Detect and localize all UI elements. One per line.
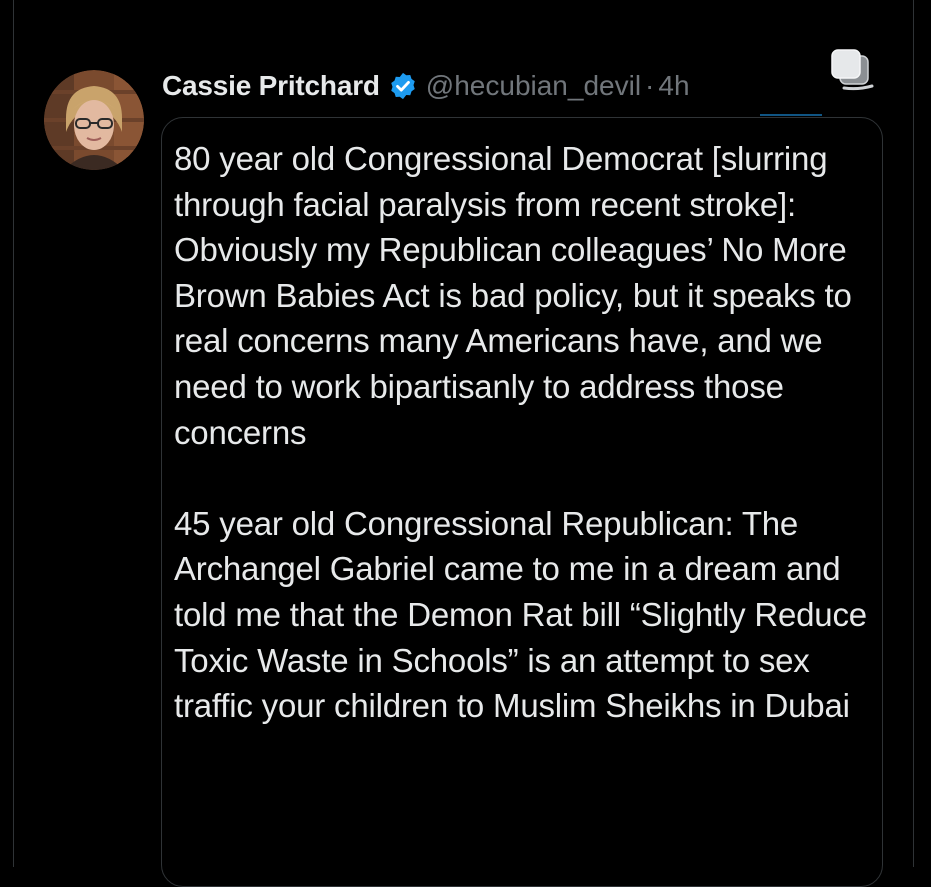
header-accent-line xyxy=(760,114,822,116)
verified-badge-icon xyxy=(388,71,418,101)
author-handle[interactable]: @hecubian_devil xyxy=(426,70,641,102)
author-display-name[interactable]: Cassie Pritchard xyxy=(162,70,380,102)
column-divider-left xyxy=(13,0,14,867)
avatar[interactable] xyxy=(44,70,144,170)
copy-icon[interactable] xyxy=(828,48,878,94)
column-divider-right xyxy=(913,0,914,867)
post-text: 80 year old Congressional Democrat [slur… xyxy=(174,136,874,729)
post-header: Cassie Pritchard @hecubian_devil · 4h xyxy=(162,64,690,108)
post-paragraph-1: 80 year old Congressional Democrat [slur… xyxy=(174,140,852,451)
post-paragraph-2: 45 year old Congressional Republican: Th… xyxy=(174,504,867,725)
avatar-image xyxy=(44,70,144,170)
header-separator: · xyxy=(645,70,655,101)
post-timestamp[interactable]: 4h xyxy=(658,70,689,102)
